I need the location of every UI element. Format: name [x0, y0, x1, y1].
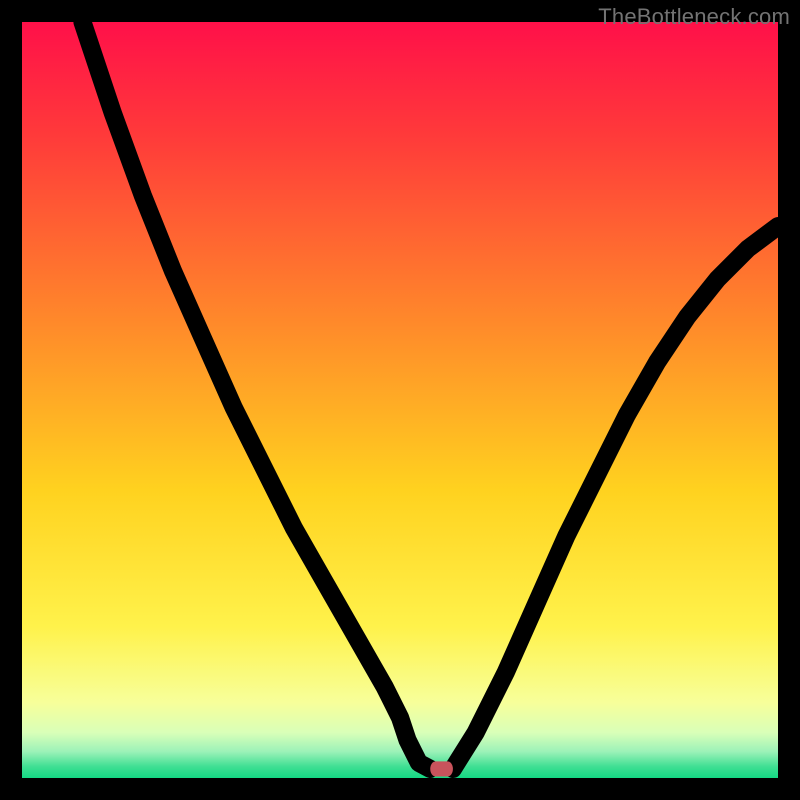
plot-area: [22, 22, 778, 778]
chart-root: TheBottleneck.com: [0, 0, 800, 800]
gradient-background: [22, 22, 778, 778]
watermark-text: TheBottleneck.com: [598, 4, 790, 30]
chart-svg: [22, 22, 778, 778]
minimum-marker: [430, 761, 453, 776]
